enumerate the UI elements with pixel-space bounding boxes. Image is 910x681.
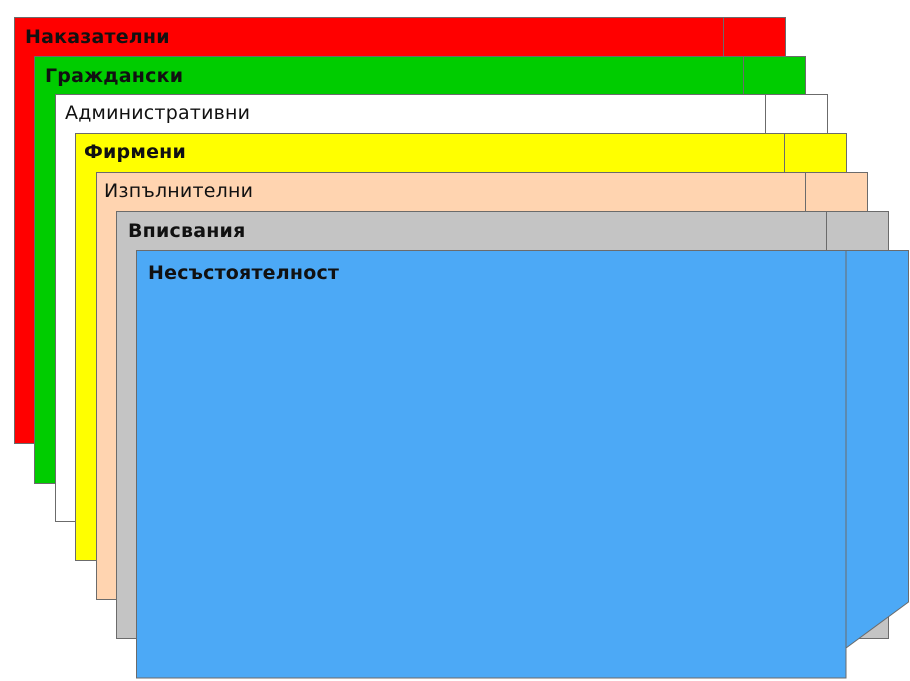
folder-label-enforcement: Изпълнителни (104, 180, 254, 202)
folder-insolvency[interactable]: Несъстоятелност (136, 250, 909, 679)
folder-tab-divider (765, 95, 766, 133)
folder-label-registrations: Вписвания (128, 220, 246, 242)
folder-label-criminal: Наказателни (25, 26, 170, 48)
folder-label-company: Фирмени (84, 141, 187, 163)
folder-label-civil: Граждански (45, 65, 184, 87)
folder-insolvency-folded-edge (845, 250, 909, 649)
folder-tab-divider (723, 18, 724, 56)
folder-insolvency-shape (136, 250, 909, 679)
folder-tab-divider (784, 134, 785, 172)
folder-label-insolvency: Несъстоятелност (148, 262, 340, 284)
folder-tab-divider (805, 173, 806, 211)
folder-tab-divider (743, 57, 744, 95)
case-register-folder-stack: Наказателни Граждански Административни Ф… (0, 0, 910, 681)
folder-insolvency-body (136, 250, 847, 679)
folder-label-administrative: Административни (65, 102, 251, 124)
folder-tab-divider (826, 212, 827, 250)
